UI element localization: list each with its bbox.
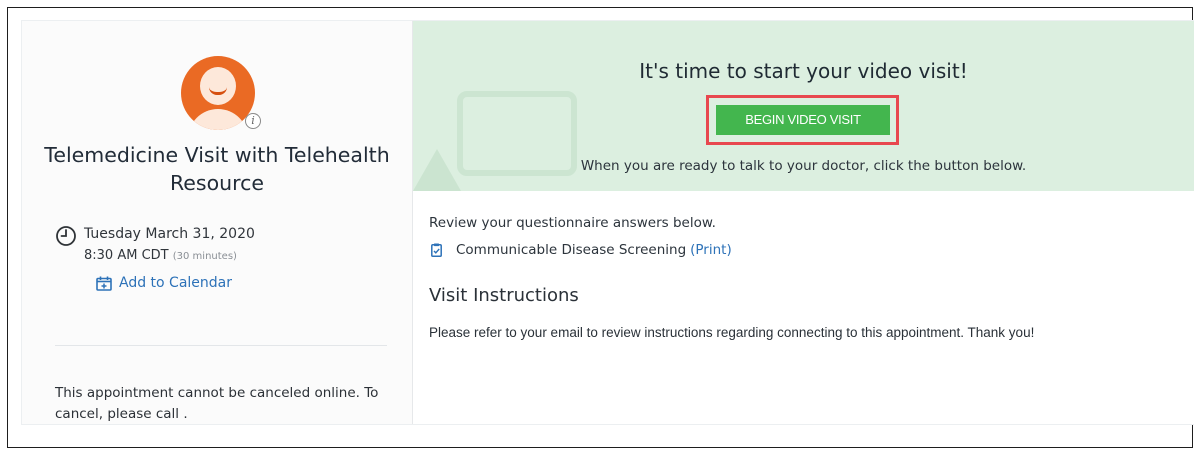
print-link[interactable]: (Print) [690, 242, 732, 258]
calendar-add-icon [96, 276, 112, 291]
add-to-calendar-link[interactable]: Add to Calendar [96, 275, 232, 291]
cancel-note: This appointment cannot be canceled onli… [55, 385, 379, 422]
visit-duration: (30 minutes) [172, 251, 237, 262]
instructions-heading: Visit Instructions [429, 285, 579, 306]
instructions-body: Please refer to your email to review ins… [429, 325, 1035, 340]
visit-date: Tuesday March 31, 2020 [84, 226, 255, 242]
add-to-calendar-label: Add to Calendar [119, 275, 233, 291]
visit-details: It's time to start your video visit! BEG… [412, 21, 1194, 424]
begin-video-visit-button[interactable]: BEGIN VIDEO VISIT [716, 105, 890, 135]
banner-subtext: When you are ready to talk to your docto… [580, 158, 1027, 174]
clock-icon [56, 226, 76, 246]
questionnaire-item: Communicable Disease Screening (Print) [431, 242, 732, 258]
info-icon[interactable]: i [245, 113, 261, 129]
provider-avatar-icon [181, 56, 255, 130]
appointment-summary: i Telemedicine Visit with Telehealth Res… [22, 21, 412, 424]
screenshot-frame: i Telemedicine Visit with Telehealth Res… [7, 7, 1194, 448]
appointment-panel: i Telemedicine Visit with Telehealth Res… [21, 20, 1194, 425]
banner-heading: It's time to start your video visit! [639, 59, 968, 83]
visit-title: Telemedicine Visit with Telehealth Resou… [44, 143, 390, 195]
visit-time: 8:30 AM CDT (30 minutes) [84, 248, 237, 263]
section-divider [55, 345, 387, 346]
clipboard-icon [431, 243, 442, 257]
visit-time-value: 8:30 AM CDT [84, 248, 169, 263]
questionnaire-label: Communicable Disease Screening [456, 242, 687, 258]
questionnaire-intro: Review your questionnaire answers below. [429, 215, 716, 231]
video-visit-banner: It's time to start your video visit! BEG… [413, 21, 1194, 191]
begin-button-highlight: BEGIN VIDEO VISIT [706, 95, 899, 145]
